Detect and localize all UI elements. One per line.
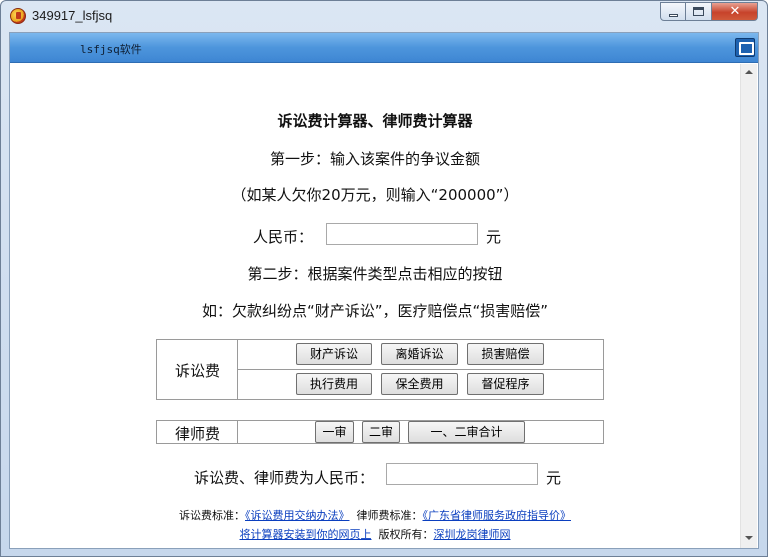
total-instances-button[interactable]: 一、二审合计 [408,421,525,443]
minimize-button[interactable] [660,2,686,21]
step1-example: （如某人欠你20万元，则输入“200000”） [231,186,519,204]
result-unit: 元 [546,469,562,487]
lawyer-fee-label: 律师费 [174,425,220,443]
preservation-fee-button[interactable]: 保全费用 [381,373,458,395]
window-title: 349917_lsfjsq [32,8,113,23]
page-title: 诉讼费计算器、律师费计算器 [277,112,473,130]
lawyer-standard-link[interactable]: 《广东省律师服务政府指导价》 [423,509,572,522]
amount-input[interactable] [326,223,478,245]
supervision-procedure-button[interactable]: 督促程序 [467,373,544,395]
step2-instruction: 第二步：根据案件类型点击相应的按钮 [247,265,503,283]
title-bar[interactable]: 349917_lsfjsq ✕ [1,1,767,31]
second-instance-button[interactable]: 二审 [362,421,400,443]
close-icon: ✕ [729,4,741,19]
copyright-link[interactable]: 深圳龙岗律师网 [434,528,511,541]
result-input[interactable] [386,463,538,485]
calculator-content: 诉讼费计算器、律师费计算器 第一步：输入该案件的争议金额 （如某人欠你20万元，… [10,64,740,548]
damages-button[interactable]: 损害赔偿 [467,343,544,365]
litigation-fee-table: 诉讼费 财产诉讼 离婚诉讼 损害赔偿 执行费用 保全费用 督促程序 [156,339,604,400]
install-calculator-link[interactable]: 将计算器安装到你的网页上 [240,528,372,541]
scroll-down-icon[interactable] [745,536,753,540]
lawyer-standard-label: 律师费标准： [356,509,423,522]
scroll-up-icon[interactable] [745,70,753,74]
amount-row: 人民币： 元 [10,223,740,247]
litigation-fee-label-cell: 诉讼费 [157,340,238,399]
vertical-scrollbar[interactable] [740,64,757,548]
copyright-line: 将计算器安装到你的网页上 版权所有：深圳龙岗律师网 [10,526,740,542]
amount-label: 人民币： [253,228,314,246]
window-mode-icon[interactable] [735,38,755,57]
maximize-icon [693,7,704,16]
litigation-standard-label: 诉讼费标准： [179,509,245,522]
client-area: lsfjsq软件 诉讼费计算器、律师费计算器 第一步：输入该案件的争议金额 （如… [9,32,759,549]
lawyer-fee-table: 律师费 一审 二审 一、二审合计 [156,420,604,444]
app-icon [10,8,26,24]
property-litigation-button[interactable]: 财产诉讼 [296,343,372,365]
first-instance-button[interactable]: 一审 [315,421,354,443]
top-banner: lsfjsq软件 [10,33,758,63]
result-row: 诉讼费、律师费为人民币： 元 [10,463,740,487]
amount-unit: 元 [486,228,502,246]
minimize-icon [669,14,678,17]
maximize-button[interactable] [686,2,712,21]
divorce-litigation-button[interactable]: 离婚诉讼 [381,343,458,365]
step1-instruction: 第一步：输入该案件的争议金额 [269,150,480,168]
copyright-label: 版权所有： [378,528,434,541]
close-button[interactable]: ✕ [712,2,758,21]
litigation-standard-link[interactable]: 《诉讼费用交纳办法》 [245,509,350,522]
lawyer-fee-label-cell: 律师费 [157,421,238,443]
execution-fee-button[interactable]: 执行费用 [296,373,372,395]
row-divider [238,369,603,370]
standards-line: 诉讼费标准：《诉讼费用交纳办法》 律师费标准：《广东省律师服务政府指导价》 [10,507,740,523]
banner-title: lsfjsq软件 [80,43,142,56]
app-window: 349917_lsfjsq ✕ lsfjsq软件 诉讼费计算器、律师费计算器 第… [0,0,768,557]
litigation-fee-label: 诉讼费 [174,362,220,380]
step2-example: 如：欠款纠纷点“财产诉讼”，医疗赔偿点“损害赔偿” [201,302,549,320]
result-label: 诉讼费、律师费为人民币： [194,469,375,487]
